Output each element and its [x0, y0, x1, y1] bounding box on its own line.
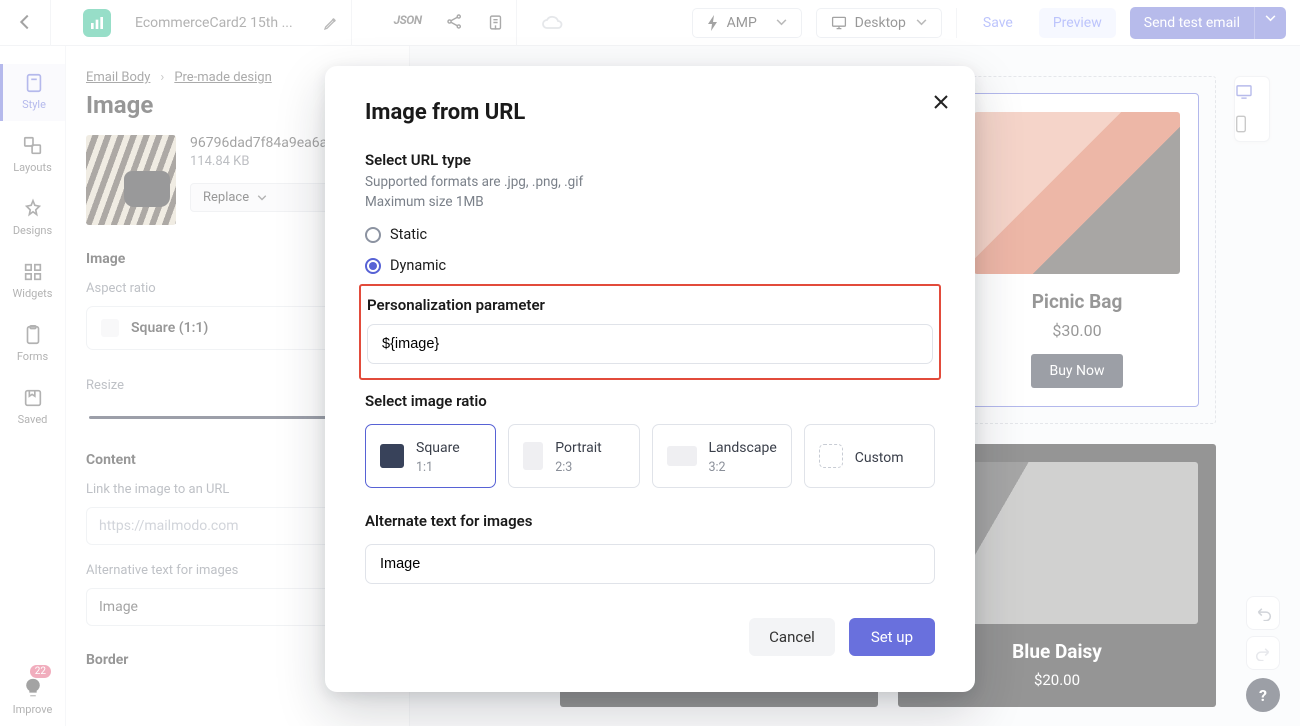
- supported-formats-hint: Supported formats are .jpg, .png, .gif: [365, 173, 935, 193]
- ratio-options: Square 1:1 Portrait 2:3 Landscape 3:2 Custo…: [365, 424, 935, 488]
- alt-text-heading: Alternate text for images: [365, 512, 935, 530]
- personalization-highlight: Personalization parameter: [359, 284, 941, 380]
- ratio-portrait[interactable]: Portrait 2:3: [508, 424, 639, 488]
- radio-dynamic[interactable]: Dynamic: [365, 257, 935, 274]
- ratio-custom[interactable]: Custom: [804, 424, 935, 488]
- radio-static-label: Static: [390, 226, 427, 243]
- ratio-landscape-label: Landscape: [709, 440, 777, 456]
- ratio-square-sub: 1:1: [416, 460, 433, 475]
- ratio-landscape-sub: 3:2: [709, 460, 726, 475]
- image-from-url-modal: Image from URL Select URL type Supported…: [325, 66, 975, 692]
- ratio-square[interactable]: Square 1:1: [365, 424, 496, 488]
- ratio-square-label: Square: [416, 440, 460, 456]
- portrait-shape-icon: [523, 442, 543, 470]
- url-type-heading: Select URL type: [365, 151, 935, 169]
- modal-alt-text-input[interactable]: [365, 544, 935, 584]
- custom-shape-icon: [819, 444, 843, 468]
- radio-selected-icon: [365, 258, 381, 274]
- ratio-portrait-sub: 2:3: [555, 460, 572, 475]
- square-shape-icon: [380, 444, 404, 468]
- ratio-heading: Select image ratio: [365, 392, 935, 410]
- close-icon[interactable]: [933, 94, 949, 110]
- personalization-input[interactable]: [367, 324, 933, 364]
- cancel-button[interactable]: Cancel: [749, 618, 835, 656]
- max-size-hint: Maximum size 1MB: [365, 193, 935, 213]
- radio-icon: [365, 227, 381, 243]
- radio-static[interactable]: Static: [365, 226, 935, 243]
- ratio-landscape[interactable]: Landscape 3:2: [652, 424, 792, 488]
- modal-title: Image from URL: [365, 100, 935, 125]
- ratio-portrait-label: Portrait: [555, 440, 601, 456]
- landscape-shape-icon: [667, 446, 697, 466]
- ratio-custom-label: Custom: [855, 450, 904, 466]
- modal-footer: Cancel Set up: [365, 618, 935, 656]
- personalization-heading: Personalization parameter: [367, 296, 933, 314]
- radio-dynamic-label: Dynamic: [390, 257, 446, 274]
- setup-button[interactable]: Set up: [849, 618, 935, 656]
